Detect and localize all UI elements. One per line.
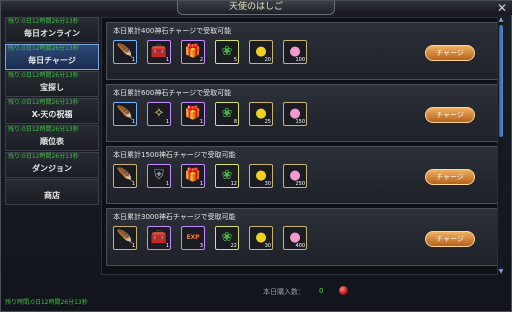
sidebar-item-timer: 残り:0日12時間26分13秒 [8, 126, 79, 133]
reward-quantity: 100 [295, 57, 305, 63]
sidebar-item-timer: 残り:0日12時間26分13秒 [8, 72, 79, 79]
sidebar-item-1[interactable]: 残り:0日12時間26分13秒毎日チャージ [5, 44, 99, 70]
reward-slot[interactable]: 🎁 2 [181, 40, 205, 64]
reward-quantity: 5 [233, 57, 237, 63]
charge-button[interactable]: チャージ [425, 169, 475, 185]
angel-ladder-window: 天使のはしご ✕ 残り:0日12時間26分13秒 毎日オンライン 残り:0日12時間… [0, 0, 512, 312]
window-title: 天使のはしご [177, 1, 335, 15]
charge-button[interactable]: チャージ [425, 107, 475, 123]
reward-slot[interactable]: ❀ 5 [215, 40, 239, 64]
sidebar-item-label: ダンジョン [32, 164, 72, 173]
reward-quantity: 20 [264, 57, 271, 63]
reward-quantity: 400 [295, 243, 305, 249]
sidebar-item-label: 順位表 [40, 137, 64, 146]
reward-quantity: 2 [199, 57, 203, 63]
tier-title: 本日累計600神石チャージで受取可能 [113, 89, 232, 97]
reward-quantity: 1 [199, 119, 203, 125]
reward-quantity: 25 [264, 119, 271, 125]
sidebar-item-timer: 残り:0日12時間26分13秒 [8, 45, 79, 52]
reward-slot[interactable]: 🪶 1 [113, 40, 137, 64]
scroll-thumb[interactable] [499, 25, 503, 137]
sidebar-item-0[interactable]: 残り:0日12時間26分13秒毎日オンライン [5, 17, 99, 43]
reward-slot[interactable]: 🪶 1 [113, 226, 137, 250]
tier-list: 本日累計400神石チャージで受取可能 🪶 1 🧰 1 🎁 2 ❀ 5 ● 20 ● 100 チャージ 本日累… [101, 17, 503, 275]
reward-slot[interactable]: ❀ 22 [215, 226, 239, 250]
sidebar-item-5[interactable]: 残り:0日12時間26分13秒ダンジョン [5, 152, 99, 178]
sidebar-item-label: X-天の祝福 [31, 110, 73, 119]
reward-quantity: 8 [233, 119, 237, 125]
reward-slot[interactable]: ● 150 [283, 102, 307, 126]
reward-quantity: 1 [199, 181, 203, 187]
reward-slot[interactable]: ● 100 [283, 40, 307, 64]
sidebar-item-4[interactable]: 残り:0日12時間26分13秒順位表 [5, 125, 99, 151]
tier-title: 本日累計1500神石チャージで受取可能 [113, 151, 236, 159]
sidebar: 残り:0日12時間26分13秒 毎日オンライン 残り:0日12時間26分13秒 毎日チ… [5, 17, 99, 309]
reward-slot[interactable]: 🎁 1 [181, 164, 205, 188]
reward-quantity: 30 [264, 181, 271, 187]
reward-quantity: 1 [131, 181, 135, 187]
tier-title: 本日累計3000神石チャージで受取可能 [113, 213, 236, 221]
reward-quantity: 1 [131, 119, 135, 125]
charge-button[interactable]: チャージ [425, 45, 475, 61]
reward-slot[interactable]: 🪶 1 [113, 102, 137, 126]
sidebar-item-timer: 残り:0日12時間26分13秒 [8, 18, 79, 25]
reward-slot[interactable]: ● 250 [283, 164, 307, 188]
reward-slot[interactable]: ● 30 [249, 164, 273, 188]
footer: 本日購入数： 0 [101, 277, 503, 307]
tier-title: 本日累計400神石チャージで受取可能 [113, 27, 232, 35]
reward-quantity: 1 [165, 57, 169, 63]
reward-slot[interactable]: ● 30 [249, 226, 273, 250]
reward-slot[interactable]: 🧰 1 [147, 226, 171, 250]
tier-panel: 本日累計3000神石チャージで受取可能 🪶 1 🧰 1 EXP 3 ❀ 22 ● 30 ● 400 チャー… [106, 208, 500, 266]
scroll-up-icon[interactable]: ▲ [498, 17, 504, 23]
tier-panel: 本日累計400神石チャージで受取可能 🪶 1 🧰 1 🎁 2 ❀ 5 ● 20 ● 100 チャージ [106, 22, 500, 80]
reward-slot[interactable]: ⛨ 1 [147, 164, 171, 188]
scroll-down-icon[interactable]: ▼ [498, 269, 504, 275]
red-gem-icon [339, 286, 348, 295]
sidebar-item-timer: 残り:0日12時間26分13秒 [8, 153, 79, 160]
sidebar-item-2[interactable]: 残り:0日12時間26分13秒宝探し [5, 71, 99, 97]
reward-slot[interactable]: ✧ 1 [147, 102, 171, 126]
tier-panel: 本日累計600神石チャージで受取可能 🪶 1 ✧ 1 🎁 1 ❀ 8 ● 25 ● 150 チャージ [106, 84, 500, 142]
reward-quantity: 30 [264, 243, 271, 249]
title-bar: 天使のはしご ✕ [1, 1, 512, 15]
sidebar-item-label: 毎日オンライン [24, 29, 80, 38]
reward-slot[interactable]: 🧰 1 [147, 40, 171, 64]
reward-quantity: 1 [165, 243, 169, 249]
reward-quantity: 250 [295, 181, 305, 187]
scrollbar[interactable]: ▲ ▼ [497, 17, 503, 275]
reward-slot[interactable]: 🎁 1 [181, 102, 205, 126]
sidebar-item-3[interactable]: 残り:0日12時間26分13秒 X-天の祝福 [5, 98, 99, 124]
sidebar-item-label: 商店 [44, 191, 60, 200]
reward-quantity: 22 [230, 243, 237, 249]
reward-slot[interactable]: ● 20 [249, 40, 273, 64]
sidebar-item-6[interactable]: 商店 [5, 179, 99, 205]
tier-panel: 本日累計1500神石チャージで受取可能 🪶 1 ⛨ 1 🎁 1 ❀ 12 ● 30 ● 250 チャージ [106, 146, 500, 204]
purchase-count-value: 0 [319, 287, 324, 295]
reward-quantity: 12 [230, 181, 237, 187]
reward-quantity: 1 [131, 57, 135, 63]
purchase-count-label: 本日購入数： [263, 288, 305, 296]
reward-slot[interactable]: ❀ 8 [215, 102, 239, 126]
reward-slot[interactable]: ● 25 [249, 102, 273, 126]
bottom-timer: 残り時間:0日12時間26分13秒 [5, 299, 88, 306]
charge-button[interactable]: チャージ [425, 231, 475, 247]
reward-quantity: 150 [295, 119, 305, 125]
sidebar-item-label: 毎日チャージ [28, 56, 76, 65]
reward-quantity: 1 [131, 243, 135, 249]
reward-slot[interactable]: 🪶 1 [113, 164, 137, 188]
reward-slot[interactable]: ● 400 [283, 226, 307, 250]
sidebar-item-label: 宝探し [40, 83, 64, 92]
reward-quantity: 3 [199, 243, 203, 249]
sidebar-item-timer: 残り:0日12時間26分13秒 [8, 99, 79, 106]
reward-quantity: 1 [165, 119, 169, 125]
reward-slot[interactable]: EXP 3 [181, 226, 205, 250]
reward-slot[interactable]: ❀ 12 [215, 164, 239, 188]
close-icon[interactable]: ✕ [495, 1, 509, 15]
reward-quantity: 1 [165, 181, 169, 187]
